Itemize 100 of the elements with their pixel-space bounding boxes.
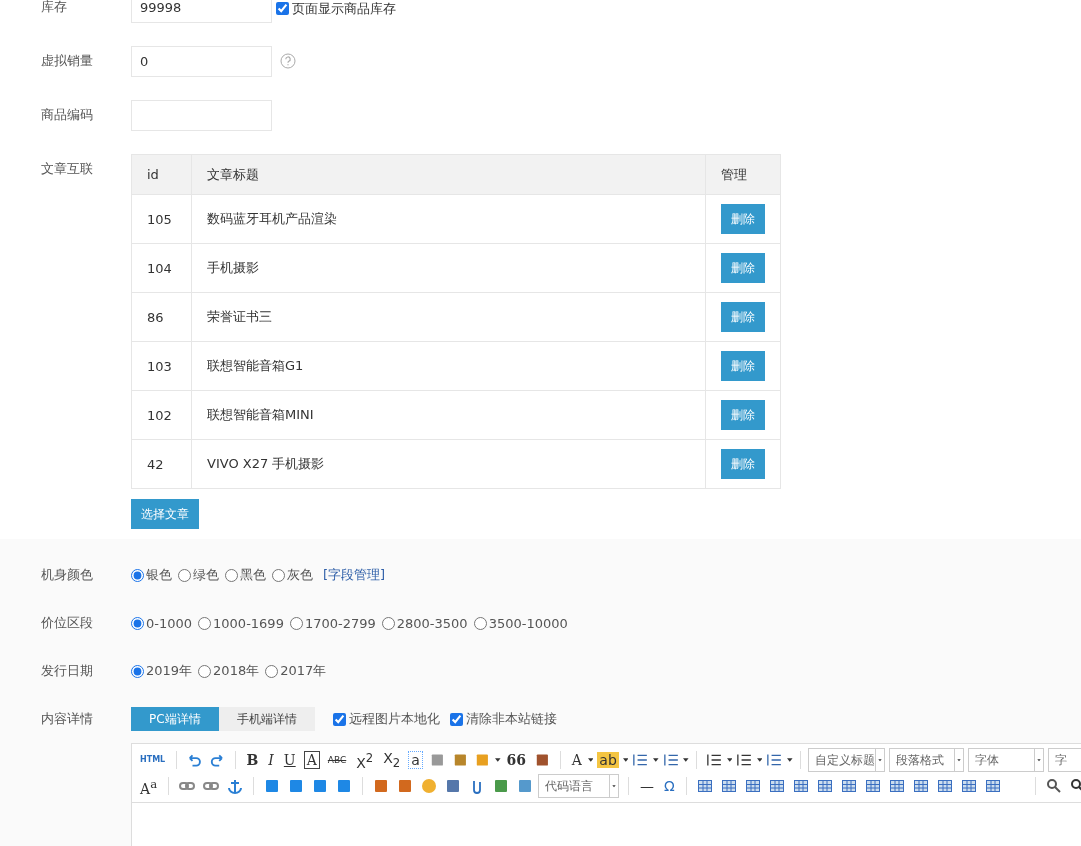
caret-icon[interactable] xyxy=(587,758,594,762)
field-label: 商品编码 xyxy=(40,106,94,124)
table-cell: 荣誉证书三 xyxy=(191,292,706,342)
field-label: 虚拟销量 xyxy=(40,52,94,70)
radio-label: 黑色 xyxy=(240,566,266,584)
radio-button[interactable] xyxy=(178,568,191,582)
checkbox-label: 清除非本站链接 xyxy=(465,710,557,728)
table-icon[interactable] xyxy=(863,777,882,795)
caret-icon[interactable] xyxy=(653,758,659,762)
table-icon[interactable] xyxy=(839,777,858,795)
field-label: 机身颜色 xyxy=(40,566,94,584)
table-cell: 手机摄影 xyxy=(191,243,706,293)
table-icon[interactable] xyxy=(719,777,738,795)
table-icon[interactable] xyxy=(983,777,1002,795)
caret-icon[interactable] xyxy=(622,758,629,762)
toolbar-dropdown[interactable]: 字 xyxy=(1048,748,1081,772)
anchor-icon[interactable] xyxy=(226,777,245,795)
tab[interactable]: 手机端详情 xyxy=(218,707,315,731)
table-cell: 102 xyxy=(131,390,192,440)
radio-label: 灰色 xyxy=(287,566,313,584)
search-icon[interactable] xyxy=(1044,777,1063,795)
toolbar-button[interactable]: X$_{2}$ xyxy=(381,749,403,771)
input-field[interactable]: 99998 xyxy=(131,0,272,23)
radio-button[interactable] xyxy=(473,616,487,630)
toolbar-button[interactable]: I xyxy=(266,752,276,768)
table-cell: 104 xyxy=(131,243,192,293)
radio-button[interactable] xyxy=(131,616,144,630)
radio-button[interactable] xyxy=(265,664,279,678)
field-label: 内容详情 xyxy=(40,710,94,728)
toolbar-dropdown[interactable]: 字体 xyxy=(968,748,1045,772)
radio-button[interactable] xyxy=(131,568,144,582)
table-cell: VIVO X27 手机摄影 xyxy=(191,439,706,489)
radio-label: 1000-1699 xyxy=(213,615,284,631)
radio-button[interactable] xyxy=(272,568,285,582)
field-label: 价位区段 xyxy=(40,614,94,632)
field-manage-link[interactable]: [字段管理] xyxy=(323,566,386,584)
toolbar-button[interactable]: ab xyxy=(597,752,619,768)
radio-label: 1700-2799 xyxy=(304,615,376,631)
radio-label: 0-1000 xyxy=(146,615,193,631)
toolbar-dropdown[interactable]: 代码语言 xyxy=(538,774,620,798)
toolbar-button[interactable]: HTML xyxy=(138,752,168,768)
rich-text-editor[interactable]: HTML B I U A ABC X$^{2}$ X$_{2}$ a 66 A ab 自定义标题 段落格式 字体 字 A$^{a}$ 代码语言 — Ω xyxy=(131,743,1081,846)
table-cell: 数码蓝牙耳机产品渲染 xyxy=(191,194,706,244)
table-icon[interactable] xyxy=(959,777,978,795)
toolbar-button[interactable]: ABC xyxy=(325,752,349,768)
radio-button[interactable] xyxy=(198,664,212,678)
toolbar-button[interactable]: U xyxy=(281,752,298,768)
table-icon[interactable] xyxy=(743,777,762,795)
table-cell: 105 xyxy=(131,194,192,244)
radio-label: 2017年 xyxy=(280,662,327,680)
radio-button[interactable] xyxy=(381,616,395,630)
checkbox[interactable] xyxy=(276,2,289,15)
table-cell: 103 xyxy=(131,341,192,391)
checkbox-label: 远程图片本地化 xyxy=(348,710,440,728)
table-icon[interactable] xyxy=(767,777,786,795)
input-field[interactable] xyxy=(131,100,272,131)
input-field[interactable]: 0 xyxy=(131,46,272,77)
toolbar-button[interactable]: Ω xyxy=(662,778,677,794)
table-icon[interactable] xyxy=(815,777,834,795)
toolbar-button[interactable]: B xyxy=(244,752,261,768)
toolbar-button[interactable]: 66 xyxy=(504,752,529,768)
radio-label: 2019年 xyxy=(146,662,193,680)
table-cell: 联想智能音箱MINI xyxy=(191,390,706,440)
radio-button[interactable] xyxy=(198,616,212,630)
toolbar-button[interactable]: A xyxy=(569,752,584,768)
table-icon[interactable] xyxy=(935,777,954,795)
radio-button[interactable] xyxy=(131,664,144,678)
toolbar-button[interactable]: a xyxy=(408,751,423,769)
checkbox[interactable] xyxy=(332,712,346,726)
table-cell: 86 xyxy=(131,292,192,342)
table-icon[interactable] xyxy=(695,777,714,795)
field-label: 库存 xyxy=(40,0,68,16)
toolbar-dropdown[interactable]: 自定义标题 xyxy=(807,748,885,772)
caret-icon[interactable] xyxy=(683,758,689,762)
toolbar-button[interactable]: A xyxy=(303,751,320,769)
checkbox-label: 页面显示商品库存 xyxy=(292,2,396,16)
caret-icon[interactable] xyxy=(495,758,501,762)
table-icon[interactable] xyxy=(791,777,810,795)
column-header: 文章标题 xyxy=(191,154,706,195)
radio-button[interactable] xyxy=(289,616,303,630)
toolbar-dropdown[interactable]: 段落格式 xyxy=(888,748,965,772)
radio-label: 2800-3500 xyxy=(396,615,468,631)
table-icon[interactable] xyxy=(887,777,906,795)
toolbar-button[interactable]: — xyxy=(638,778,657,794)
toolbar-button[interactable]: X$^{2}$ xyxy=(354,749,376,771)
radio-button[interactable] xyxy=(225,568,238,582)
column-header: id xyxy=(131,154,192,195)
radio-label: 2018年 xyxy=(213,662,260,680)
caret-icon[interactable] xyxy=(756,758,763,762)
caret-icon[interactable] xyxy=(726,758,733,762)
toolbar-button[interactable]: A$^{a}$ xyxy=(138,775,160,797)
radio-label: 银色 xyxy=(146,566,172,584)
radio-label: 3500-10000 xyxy=(488,615,568,631)
caret-icon[interactable] xyxy=(787,758,793,762)
table-cell: 联想智能音箱G1 xyxy=(191,341,706,391)
table-icon[interactable] xyxy=(911,777,930,795)
checkbox[interactable] xyxy=(449,712,463,726)
field-label: 文章互联 xyxy=(40,160,94,178)
table-cell: 42 xyxy=(131,439,192,489)
column-header: 管理 xyxy=(705,154,781,195)
